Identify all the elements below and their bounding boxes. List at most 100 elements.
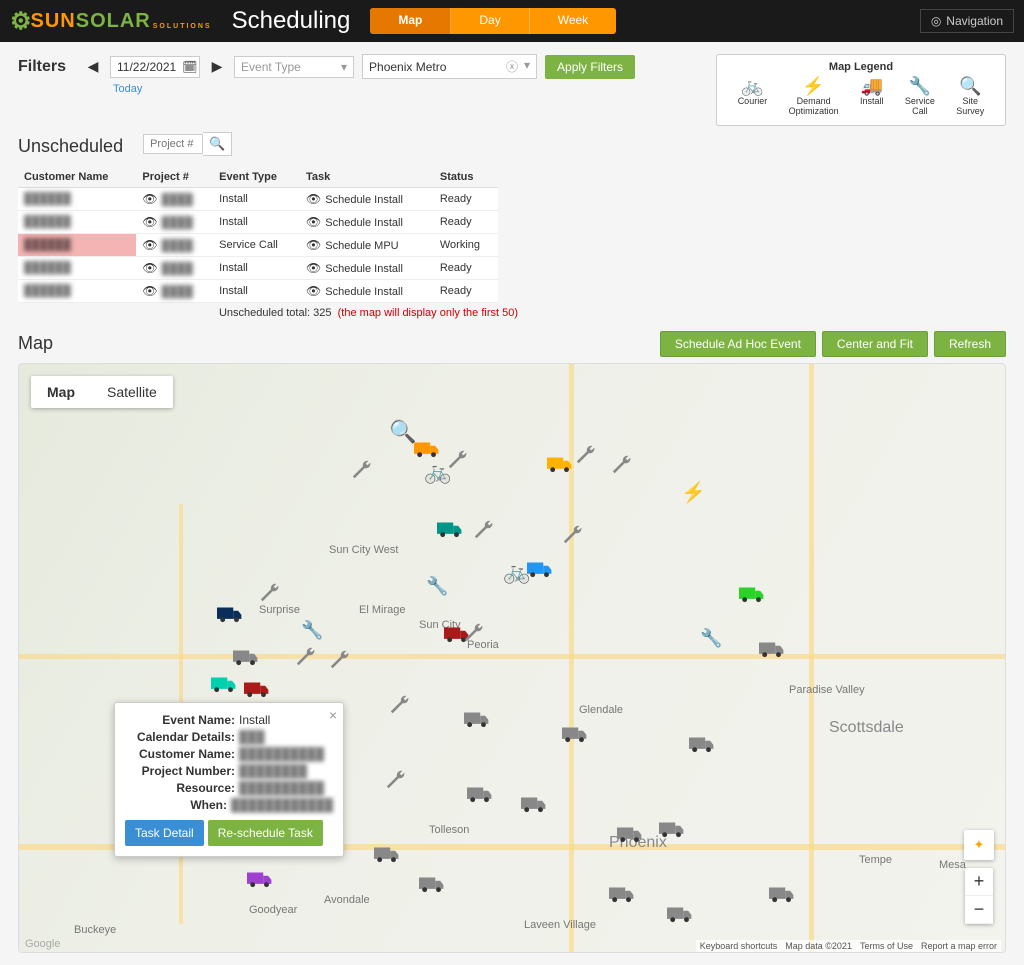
report-error-link[interactable]: Report a map error <box>921 941 997 951</box>
map-marker[interactable] <box>447 449 469 477</box>
map-marker[interactable] <box>562 724 588 750</box>
eye-icon[interactable]: 👁 <box>142 284 157 298</box>
navigation-button[interactable]: ◎ Navigation <box>920 9 1014 33</box>
eye-icon[interactable]: 👁 <box>142 215 157 229</box>
map-marker[interactable] <box>437 519 463 545</box>
table-row[interactable]: ██████👁████Install👁Schedule InstallReady <box>18 256 498 279</box>
truck-icon <box>547 454 573 474</box>
table-row[interactable]: ██████👁████Service Call👁Schedule MPUWork… <box>18 233 498 256</box>
legend-courier: 🚲Courier <box>738 77 768 117</box>
map-marker[interactable] <box>739 584 765 610</box>
wrench-icon <box>385 769 407 791</box>
event-type-select[interactable]: Event Type ▾ <box>234 56 354 78</box>
today-link[interactable]: Today <box>113 83 704 95</box>
legend-survey: 🔍Site Survey <box>956 77 984 117</box>
keyboard-shortcuts-link[interactable]: Keyboard shortcuts <box>700 941 778 951</box>
map-marker[interactable] <box>233 647 259 673</box>
table-row[interactable]: ██████👁████Install👁Schedule InstallReady <box>18 279 498 302</box>
table-row[interactable]: ██████👁████Install👁Schedule InstallReady <box>18 187 498 210</box>
wrench-icon <box>447 449 469 471</box>
legend-service: 🔧Service Call <box>905 77 935 117</box>
tab-week[interactable]: Week <box>530 8 616 34</box>
eye-icon[interactable]: 👁 <box>306 192 321 206</box>
truck-icon <box>467 784 493 804</box>
map-marker[interactable] <box>617 824 643 850</box>
map-marker[interactable]: 🔧 <box>301 616 323 642</box>
map-marker[interactable]: 🔍 <box>389 419 416 445</box>
map-marker[interactable]: 🔧 <box>426 572 448 598</box>
zoom-out-button[interactable]: − <box>965 896 993 924</box>
map-marker[interactable] <box>467 784 493 810</box>
apply-filters-button[interactable]: Apply Filters <box>545 55 635 79</box>
map-marker[interactable] <box>473 519 495 547</box>
map-type-satellite[interactable]: Satellite <box>91 376 173 408</box>
map-marker[interactable] <box>374 844 400 870</box>
search-icon: 🔍 <box>959 77 981 97</box>
close-icon[interactable]: × <box>329 707 337 723</box>
map-marker[interactable]: 🔧 <box>700 624 722 650</box>
truck-icon <box>769 884 795 904</box>
map-marker[interactable] <box>769 884 795 910</box>
eye-icon[interactable]: 👁 <box>142 238 157 252</box>
pegman-icon[interactable]: ✦ <box>964 830 994 860</box>
map-marker[interactable] <box>211 674 237 700</box>
eye-icon[interactable]: 👁 <box>306 215 321 229</box>
map-marker[interactable] <box>575 444 597 472</box>
terms-link[interactable]: Terms of Use <box>860 941 913 951</box>
clear-icon[interactable]: ⓧ <box>506 58 518 75</box>
city-label: Laveen Village <box>524 919 596 931</box>
map-marker[interactable]: ⚡ <box>681 479 706 505</box>
table-row[interactable]: ██████👁████Install👁Schedule InstallReady <box>18 210 498 233</box>
map-marker[interactable] <box>217 604 243 630</box>
schedule-adhoc-button[interactable]: Schedule Ad Hoc Event <box>660 331 816 357</box>
map-marker[interactable] <box>521 794 547 820</box>
wrench-icon <box>351 459 373 481</box>
map-marker[interactable] <box>295 646 317 674</box>
filters-label: Filters <box>18 58 66 76</box>
reschedule-task-button[interactable]: Re-schedule Task <box>208 820 323 846</box>
date-next-button[interactable]: ▶ <box>208 58 226 76</box>
tab-map[interactable]: Map <box>370 8 451 34</box>
refresh-button[interactable]: Refresh <box>934 331 1006 357</box>
eye-icon[interactable]: 👁 <box>142 261 157 275</box>
map-marker[interactable] <box>667 904 693 930</box>
zoom-in-button[interactable]: + <box>965 868 993 896</box>
map-marker[interactable] <box>463 622 485 650</box>
eye-icon[interactable]: 👁 <box>306 238 321 252</box>
task-detail-button[interactable]: Task Detail <box>125 820 204 846</box>
truck-icon <box>659 819 685 839</box>
map-type-map[interactable]: Map <box>31 376 91 408</box>
map-marker[interactable] <box>385 769 407 797</box>
map-marker[interactable] <box>389 694 411 722</box>
map-marker[interactable] <box>527 559 553 585</box>
center-fit-button[interactable]: Center and Fit <box>822 331 928 357</box>
map-marker[interactable] <box>247 869 273 895</box>
eye-icon[interactable]: 👁 <box>306 284 321 298</box>
map-marker[interactable] <box>464 709 490 735</box>
map-marker[interactable] <box>244 679 270 705</box>
map-marker[interactable] <box>609 884 635 910</box>
map-marker[interactable] <box>351 459 373 487</box>
date-input[interactable]: 11/22/2021 🗓 <box>110 56 200 78</box>
map-marker[interactable] <box>329 649 351 677</box>
region-select[interactable]: Phoenix Metro ⓧ ▾ <box>362 54 537 79</box>
map-marker[interactable] <box>689 734 715 760</box>
date-prev-button[interactable]: ◀ <box>84 58 102 76</box>
eye-icon[interactable]: 👁 <box>142 192 157 206</box>
map-marker[interactable] <box>611 454 633 482</box>
wrench-icon <box>611 454 633 476</box>
project-search-input[interactable] <box>143 134 203 154</box>
map-container[interactable]: Map Satellite SurpriseSun City WestEl Mi… <box>18 363 1006 953</box>
chevron-down-icon: ▾ <box>341 60 347 74</box>
map-marker[interactable] <box>759 639 785 665</box>
map-marker[interactable] <box>547 454 573 480</box>
map-marker[interactable] <box>562 524 584 552</box>
google-logo: Google <box>25 938 60 950</box>
tab-day[interactable]: Day <box>451 8 529 34</box>
map-marker[interactable] <box>659 819 685 845</box>
eye-icon[interactable]: 👁 <box>306 261 321 275</box>
map-marker[interactable] <box>259 582 281 610</box>
map-marker[interactable] <box>419 874 445 900</box>
app-header: ⚙ SUNSOLAR SOLUTIONS Scheduling Map Day … <box>0 0 1024 42</box>
project-search-button[interactable]: 🔍 <box>203 132 232 156</box>
